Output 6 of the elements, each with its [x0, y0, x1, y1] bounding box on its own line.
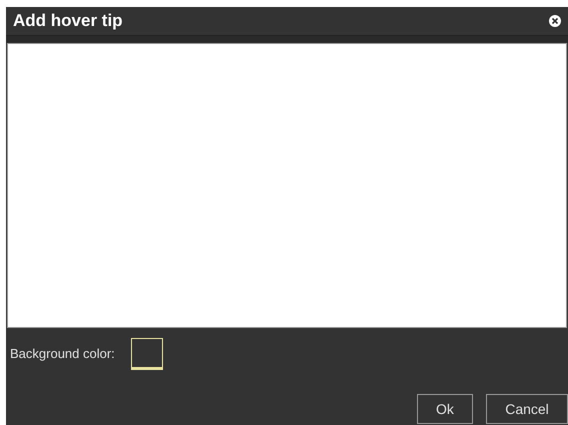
close-button[interactable] [549, 15, 561, 27]
background-color-label: Background color: [10, 345, 115, 364]
window-title: Add hover tip [13, 10, 123, 32]
cancel-button[interactable]: Cancel [486, 394, 568, 424]
color-swatch[interactable] [130, 338, 163, 370]
ok-button[interactable]: Ok [417, 394, 473, 424]
